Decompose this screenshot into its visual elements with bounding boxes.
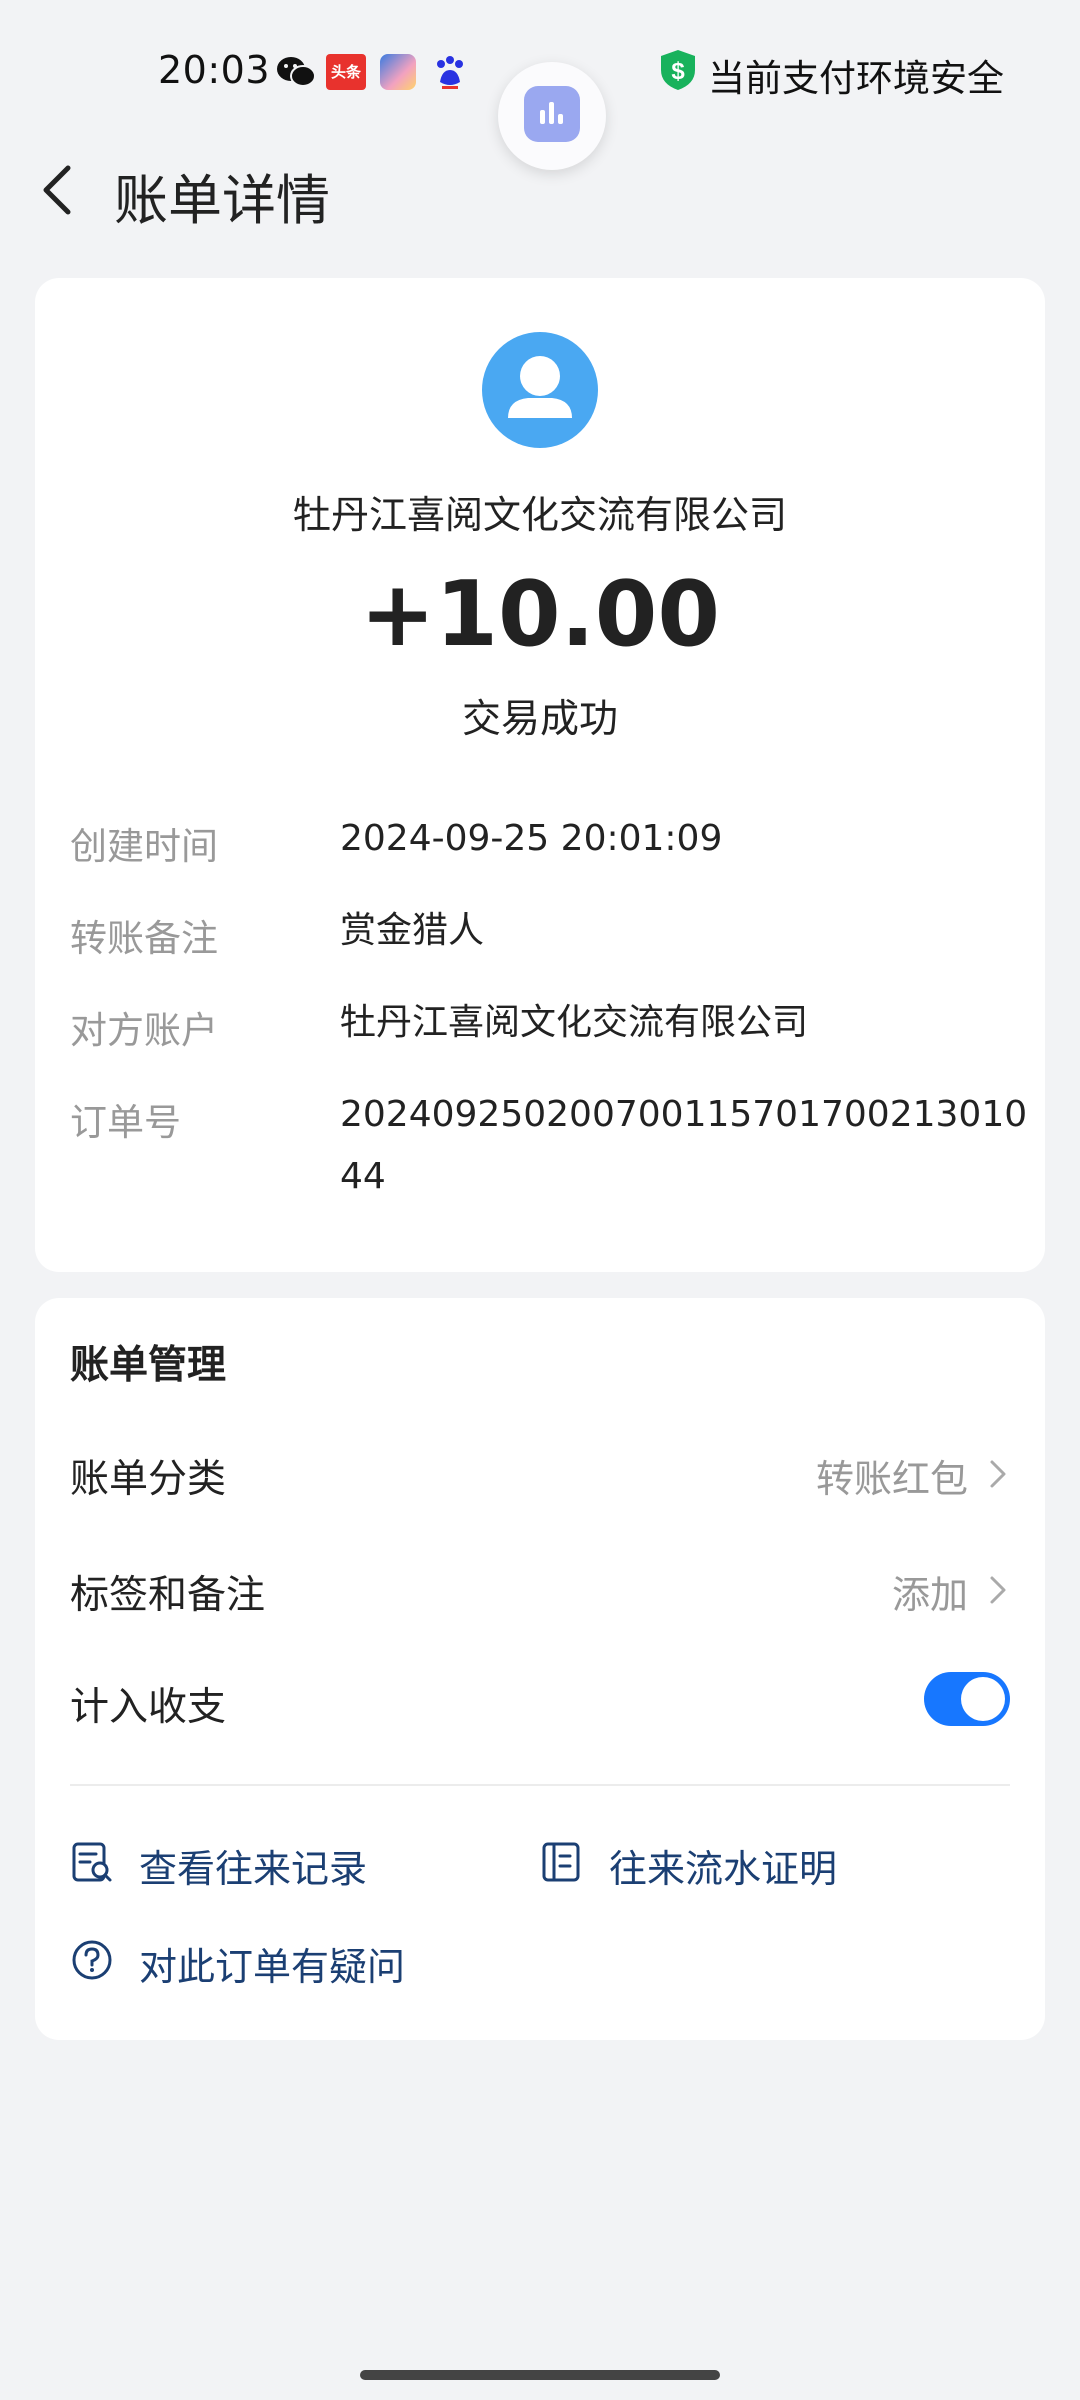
nav-header: 账单详情: [0, 140, 1080, 240]
bill-detail-page: 20:03 头条 $ 当前支付环境安全 账单详情 牡丹江喜阅文化交流有限公司 +…: [0, 0, 1080, 2400]
payee-name: 牡丹江喜阅文化交流有限公司: [292, 493, 787, 537]
bill-management-card: 账单管理 账单分类 转账红包 标签和备注 添加 计入收支 查看往来记录 往来流水…: [35, 1298, 1045, 2040]
view-records-link[interactable]: 查看往来记录: [70, 1832, 390, 1892]
document-search-icon: [72, 1842, 112, 1882]
section-title: 账单管理: [70, 1343, 227, 1388]
wechat-icon: [277, 57, 316, 87]
tags-notes-value: 添加: [891, 1573, 968, 1617]
shield-icon: $: [661, 50, 695, 90]
count-in-stats-toggle[interactable]: [924, 1672, 1010, 1726]
detail-label-order-id: 订单号: [70, 1101, 181, 1144]
count-in-stats-row: 计入收支: [70, 1666, 1010, 1736]
statement-proof-label: 往来流水证明: [609, 1847, 838, 1891]
home-indicator[interactable]: [360, 2370, 720, 2380]
toutiao-icon: 头条: [326, 54, 366, 90]
chevron-left-icon: [43, 165, 71, 215]
view-records-label: 查看往来记录: [139, 1847, 368, 1891]
transaction-detail-card: 牡丹江喜阅文化交流有限公司 +10.00 交易成功 创建时间 2024-09-2…: [35, 278, 1045, 1272]
detail-value-remark: 赏金猎人: [340, 910, 485, 951]
bill-category-value: 转账红包: [815, 1457, 968, 1501]
chevron-right-icon: [990, 1460, 1006, 1488]
detail-label-remark: 转账备注: [70, 917, 218, 960]
detail-label-account: 对方账户: [70, 1009, 218, 1052]
chart-icon: [524, 86, 580, 142]
order-question-label: 对此订单有疑问: [139, 1945, 406, 1989]
status-time: 20:03: [158, 48, 271, 92]
avatar: [482, 332, 598, 448]
tags-notes-label: 标签和备注: [70, 1573, 266, 1618]
baidu-icon: [437, 56, 463, 89]
statement-icon: [542, 1842, 580, 1882]
payment-security-text: 当前支付环境安全: [708, 57, 1004, 100]
bill-category-row[interactable]: 账单分类 转账红包: [70, 1438, 1010, 1508]
chevron-right-icon: [990, 1576, 1006, 1604]
question-circle-icon: [72, 1940, 112, 1980]
transaction-amount: +10.00: [359, 562, 721, 667]
detail-value-created: 2024-09-25 20:01:09: [340, 818, 723, 859]
transaction-status: 交易成功: [461, 697, 618, 742]
user-icon: [508, 356, 572, 418]
count-in-stats-label: 计入收支: [70, 1685, 227, 1730]
back-button[interactable]: [26, 154, 96, 224]
tags-notes-row[interactable]: 标签和备注 添加: [70, 1554, 1010, 1624]
bill-category-label: 账单分类: [70, 1457, 227, 1502]
detail-value-account: 牡丹江喜阅文化交流有限公司: [340, 1002, 809, 1043]
order-question-link[interactable]: 对此订单有疑问: [70, 1930, 430, 1990]
game-app-icon: [380, 54, 416, 90]
toggle-knob: [961, 1677, 1005, 1721]
statement-proof-link[interactable]: 往来流水证明: [540, 1832, 860, 1892]
detail-label-created: 创建时间: [70, 825, 218, 868]
detail-value-order-id: 20240925020070011570170021301044: [340, 1094, 1028, 1197]
page-title: 账单详情: [114, 169, 330, 232]
svg-text:$: $: [671, 58, 685, 85]
divider: [70, 1784, 1010, 1786]
